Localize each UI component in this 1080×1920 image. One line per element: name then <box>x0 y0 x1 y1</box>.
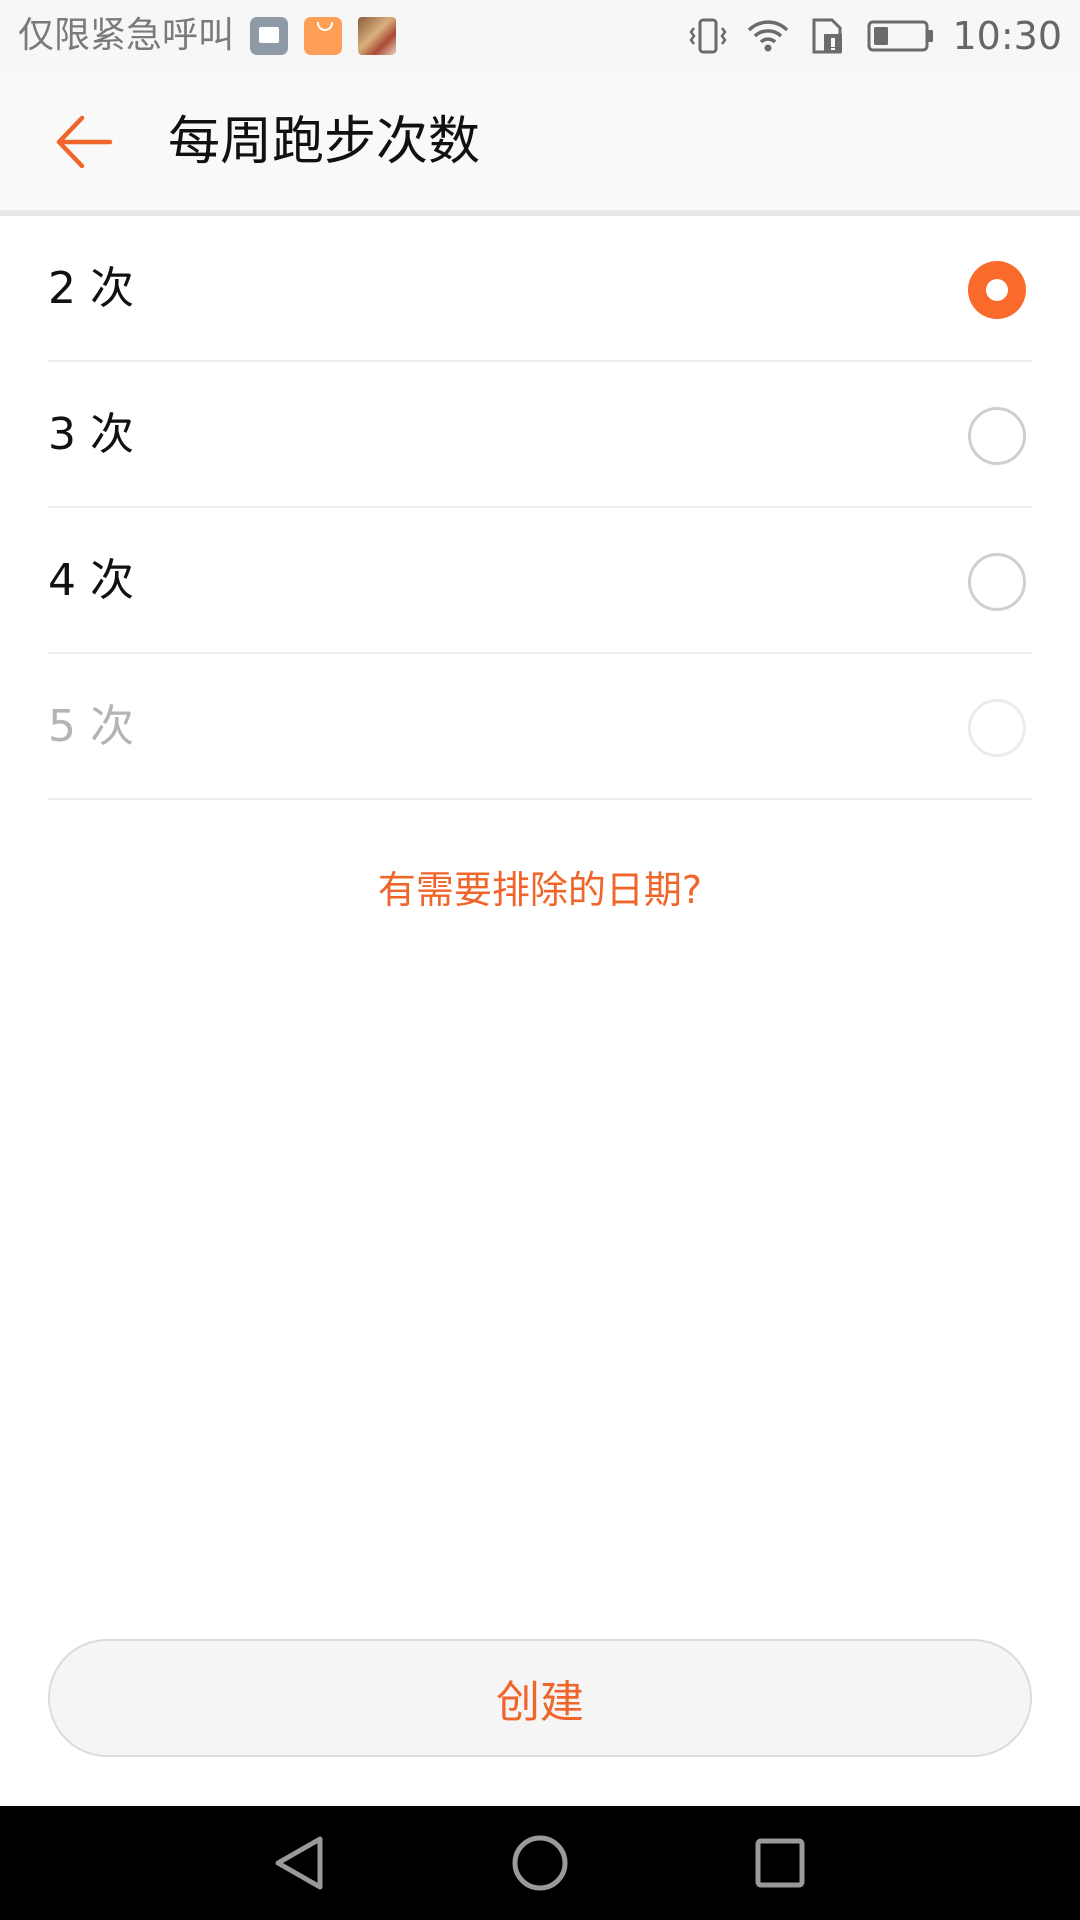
option-label: 4 次 <box>48 555 134 606</box>
photo-thumbnail-icon <box>358 17 397 55</box>
clock: 10:30 <box>952 14 1062 58</box>
radio-unselected[interactable] <box>968 407 1026 465</box>
option-label: 5 次 <box>48 701 134 752</box>
app-header: 每周跑步次数 <box>0 72 1080 212</box>
battery-icon <box>867 20 934 52</box>
radio-unselected[interactable] <box>968 553 1026 611</box>
arrow-left-icon <box>56 115 113 169</box>
nav-back-icon[interactable] <box>270 1833 330 1893</box>
status-right: 10:30 <box>686 10 1062 62</box>
screen: 仅限紧急呼叫 10:30 每周跑步次数 2 次 3 次 4 次 5 次 有需要排… <box>0 0 1080 1920</box>
option-2-times[interactable]: 2 次 <box>0 216 1080 362</box>
option-4-times[interactable]: 4 次 <box>0 508 1080 654</box>
status-bar: 仅限紧急呼叫 10:30 <box>0 0 1080 72</box>
option-5-times: 5 次 <box>0 654 1080 800</box>
radio-selected[interactable] <box>968 261 1026 319</box>
option-3-times[interactable]: 3 次 <box>0 362 1080 508</box>
option-label: 3 次 <box>48 409 134 460</box>
exclude-dates-link[interactable]: 有需要排除的日期? <box>0 860 1080 920</box>
radio-disabled <box>968 699 1026 757</box>
option-label: 2 次 <box>48 263 134 314</box>
page-title: 每周跑步次数 <box>168 112 481 172</box>
wifi-icon <box>748 20 789 52</box>
sim-icon <box>812 18 843 54</box>
nav-home-icon[interactable] <box>510 1833 570 1893</box>
back-button[interactable] <box>52 110 116 174</box>
status-left: 仅限紧急呼叫 <box>18 10 397 62</box>
create-button[interactable]: 创建 <box>48 1639 1032 1757</box>
system-nav-bar <box>0 1806 1080 1920</box>
nav-recents-icon[interactable] <box>750 1833 810 1893</box>
carrier-text: 仅限紧急呼叫 <box>18 15 235 56</box>
vibrate-icon <box>689 18 728 54</box>
shopping-bag-icon <box>304 17 343 55</box>
run-count-options: 2 次 3 次 4 次 5 次 <box>0 216 1080 800</box>
gallery-icon <box>250 17 289 55</box>
divider <box>48 798 1032 800</box>
